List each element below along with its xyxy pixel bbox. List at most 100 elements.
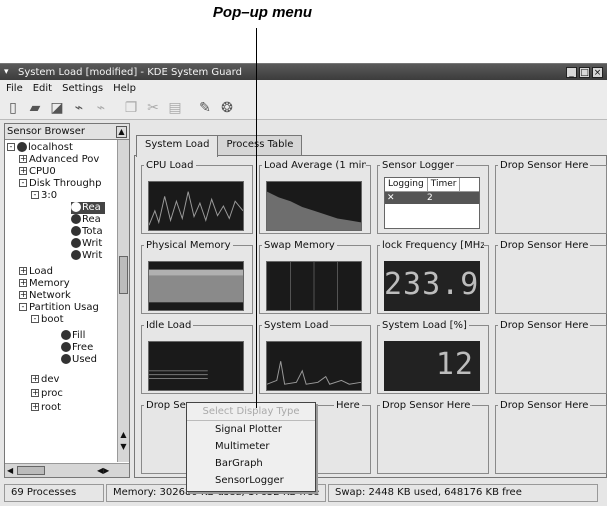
multimeter-readout: 12	[384, 341, 480, 391]
tree-item-partition-usage[interactable]: - Partition Usag	[19, 302, 99, 314]
menu-item-multimeter[interactable]: Multimeter	[187, 438, 315, 455]
tree-item-dev[interactable]: + dev	[31, 374, 59, 386]
display-title: Load Average (1 min	[264, 160, 366, 171]
menu-help[interactable]: Help	[113, 83, 136, 94]
scroll-up-icon[interactable]: ▲	[116, 125, 127, 138]
display-idle-load[interactable]: Idle Load	[141, 320, 253, 398]
cpu-plot-svg	[149, 191, 243, 226]
save-icon[interactable]: ◪	[48, 99, 66, 117]
column-timer[interactable]: Timer	[428, 178, 461, 191]
help-icon[interactable]: ❂	[218, 99, 236, 117]
sensor-icon	[71, 250, 81, 260]
menu-file[interactable]: File	[6, 83, 23, 94]
close-icon[interactable]: ×	[592, 66, 603, 78]
scroll-left-arrow-icon[interactable]: ◀	[7, 464, 13, 477]
open-icon[interactable]: ▰	[26, 99, 44, 117]
tree-item-total[interactable]: Tota	[71, 226, 103, 238]
menu-item-sensorlogger[interactable]: SensorLogger	[187, 472, 315, 489]
tree-item-load[interactable]: + Load	[19, 266, 53, 278]
tree-item-write[interactable]: Writ	[71, 238, 102, 250]
tree-item-memory[interactable]: + Memory	[19, 278, 70, 290]
display-system-load[interactable]: System Load	[259, 320, 371, 398]
display-physical-memory[interactable]: Physical Memory	[141, 240, 253, 318]
tree-item-proc[interactable]: + proc	[31, 388, 63, 400]
popup-title: Select Display Type	[187, 403, 315, 421]
minimize-icon[interactable]: _	[566, 66, 577, 78]
menu-settings[interactable]: Settings	[62, 83, 103, 94]
annotation-pointer-line	[256, 28, 257, 408]
cut-icon[interactable]: ✂	[144, 99, 162, 117]
menu-item-signal-plotter[interactable]: Signal Plotter	[187, 421, 315, 438]
configure-icon[interactable]: ✎	[196, 99, 214, 117]
connect-host-icon[interactable]: ⌁	[70, 99, 88, 117]
display-title: System Load	[264, 320, 329, 331]
popup-menu-annotation: Pop–up menu	[212, 4, 313, 21]
tree-item-write-2[interactable]: Writ	[71, 250, 102, 262]
tab-system-load[interactable]: System Load	[136, 135, 219, 157]
signal-plotter	[266, 341, 362, 391]
display-title: Sensor Logger	[382, 160, 454, 171]
tree-item-fill[interactable]: Fill	[61, 330, 85, 342]
horizontal-scroll-thumb[interactable]	[17, 466, 45, 475]
disconnect-host-icon[interactable]: ⌁	[92, 99, 110, 117]
maximize-icon[interactable]: □	[579, 66, 590, 78]
display-cpu-load[interactable]: CPU Load	[141, 160, 253, 238]
loadavg-plot-svg	[267, 191, 361, 230]
menu-item-bargraph[interactable]: BarGraph	[187, 455, 315, 472]
tree-vertical-scrollbar[interactable]: ▲ ▼	[117, 140, 129, 462]
sensor-browser-header: Sensor Browser ▲	[5, 124, 129, 140]
display-title: Drop Sensor Here	[500, 240, 589, 251]
paste-icon[interactable]: ▤	[166, 99, 184, 117]
tab-process-table[interactable]: Process Table	[217, 135, 303, 155]
display-title: Drop Sensor Here	[500, 320, 589, 331]
display-title: System Load [%]	[382, 320, 467, 331]
tree-item-network[interactable]: + Network	[19, 290, 71, 302]
display-load-average[interactable]: Load Average (1 min	[259, 160, 371, 238]
idle-plot-svg	[149, 370, 208, 379]
display-clock-frequency[interactable]: lock Frequency [MHz 233.9	[377, 240, 489, 318]
signal-plotter	[266, 261, 362, 311]
copy-icon[interactable]: ❐	[122, 99, 140, 117]
display-sensor-logger[interactable]: Sensor Logger Logging Timer ✕ 2	[377, 160, 489, 238]
tree-item-localhost[interactable]: - localhost	[7, 142, 73, 154]
column-logging[interactable]: Logging	[385, 178, 428, 191]
workspace-tabs: System Load Process Table	[136, 135, 303, 157]
drop-sensor-slot[interactable]: Drop Sensor Here	[495, 240, 607, 318]
drop-sensor-slot[interactable]: Drop Sensor Here	[495, 400, 607, 478]
new-icon[interactable]: ▯	[4, 99, 22, 117]
status-processes: 69 Processes	[4, 484, 104, 502]
scroll-down-arrow-icon[interactable]: ▼	[118, 442, 129, 452]
tree-item-advanced-power[interactable]: + Advanced Pov	[19, 154, 99, 166]
host-icon	[17, 142, 27, 152]
drop-sensor-slot[interactable]: Drop Sensor Here	[495, 320, 607, 398]
tree-item-read-selected[interactable]: Rea	[71, 202, 105, 214]
display-swap-memory[interactable]: Swap Memory	[259, 240, 371, 318]
signal-plotter	[148, 181, 244, 231]
window-menu-icon[interactable]: ▾	[4, 67, 14, 77]
sensor-icon	[61, 330, 71, 340]
scroll-thumb[interactable]	[119, 256, 128, 294]
tree-horizontal-scrollbar[interactable]: ◀ ◀▶	[5, 463, 129, 477]
menu-edit[interactable]: Edit	[33, 83, 52, 94]
tree-item-cpu0[interactable]: + CPU0	[19, 166, 56, 178]
scroll-up-arrow-icon[interactable]: ▲	[118, 430, 129, 440]
window-title: System Load [modified] - KDE System Guar…	[18, 66, 242, 78]
drop-sensor-slot[interactable]: Drop Sensor Here	[495, 160, 607, 238]
tree-item-3-0[interactable]: -3:0	[31, 190, 57, 202]
sensor-icon	[61, 342, 71, 352]
display-title: lock Frequency [MHz	[382, 240, 484, 251]
table-row[interactable]: ✕ 2	[385, 192, 479, 204]
drop-sensor-slot[interactable]: Drop Sensor Here	[377, 400, 489, 478]
tree-item-boot[interactable]: - boot	[31, 314, 64, 326]
sensor-logger-table: Logging Timer ✕ 2	[384, 177, 480, 229]
title-bar[interactable]: ▾ System Load [modified] - KDE System Gu…	[0, 64, 607, 80]
scroll-left-right-icon[interactable]: ◀▶	[97, 464, 109, 477]
display-title: Here	[336, 400, 360, 411]
tree-item-read[interactable]: Rea	[71, 214, 101, 226]
display-system-load-percent[interactable]: System Load [%] 12	[377, 320, 489, 398]
swap-plot-svg	[290, 262, 338, 310]
tree-item-free[interactable]: Free	[61, 342, 93, 354]
tree-item-used[interactable]: Used	[61, 354, 97, 366]
tree-item-root[interactable]: + root	[31, 402, 61, 414]
tree-item-disk-throughput[interactable]: - Disk Throughp	[19, 178, 102, 190]
